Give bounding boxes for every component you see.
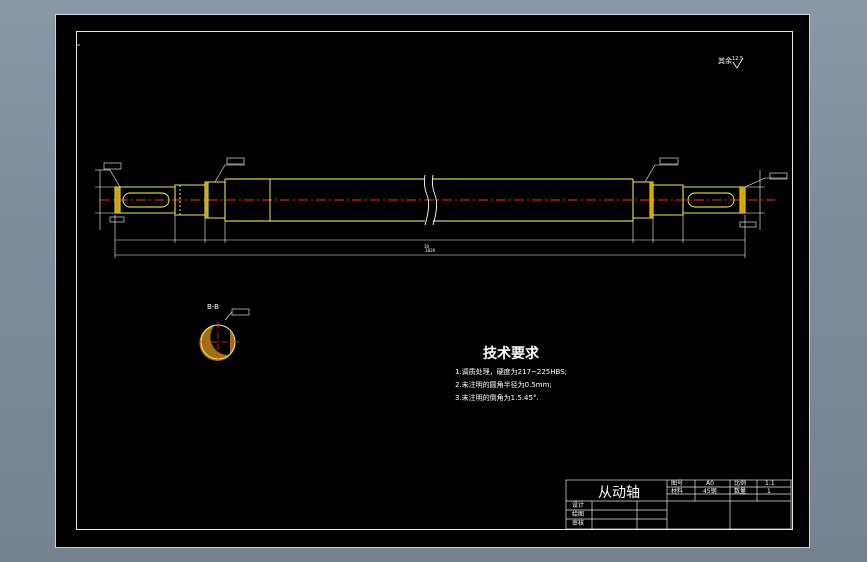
part-name: 从动轴 <box>598 485 640 501</box>
tech-req-item-1: 1.调质处理，硬度为217~225HBS; <box>455 368 568 376</box>
total-length-dimension: 1820 <box>425 248 436 253</box>
material-value: 45钢 <box>703 488 717 495</box>
section-b-b <box>199 308 250 362</box>
row-reviewer: 审核 <box>572 520 585 527</box>
row-drafter: 绘图 <box>572 511 585 518</box>
material-label: 材料 <box>671 488 684 495</box>
figure-no: A0 <box>706 480 714 487</box>
row-designer: 设计 <box>572 502 585 509</box>
scale-value: 1:1 <box>765 480 775 487</box>
scale-label: 比例 <box>734 480 747 487</box>
section-label: B-B <box>207 303 219 311</box>
quantity-label: 数量 <box>734 488 747 495</box>
figure-no-label: 图号 <box>671 480 684 487</box>
tech-req-item-2: 2.未注明的圆角半径为0.5mm; <box>455 381 552 389</box>
tech-req-title: 技术要求 <box>483 346 539 362</box>
shaft-drawing <box>76 44 792 530</box>
tech-req-item-3: 3.未注明的倒角为1.5.45°. <box>455 394 539 402</box>
quantity-value: 1 <box>767 488 771 495</box>
roughness-note: 其余12.5 <box>718 56 744 65</box>
